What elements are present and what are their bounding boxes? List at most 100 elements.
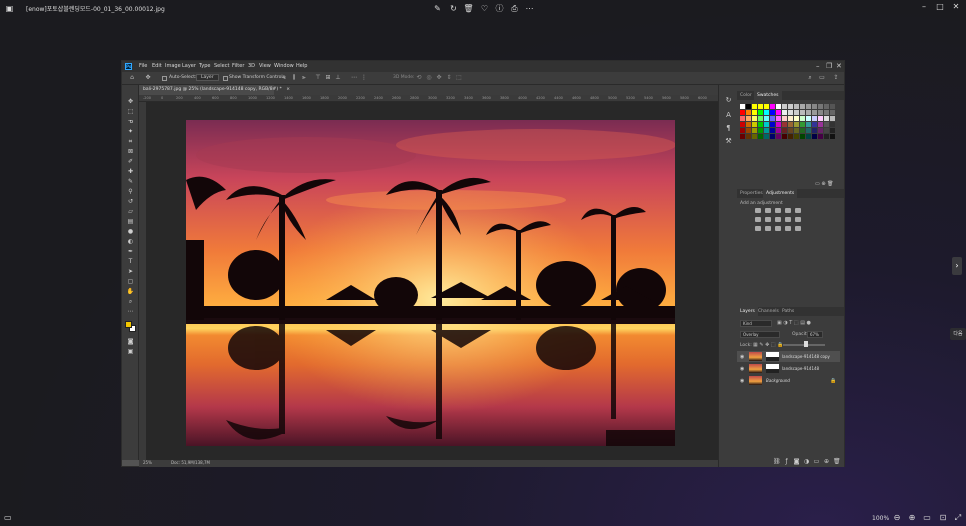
new-layer-icon[interactable]: ⊕ [823,458,830,465]
tab-color[interactable]: Color [737,91,755,100]
color-swatch[interactable] [764,128,769,133]
3d-pan-icon[interactable]: ✥ [435,74,443,82]
minimize-icon[interactable]: – [918,2,930,12]
color-swatch[interactable] [812,110,817,115]
color-swatch[interactable] [806,116,811,121]
color-swatch[interactable] [776,128,781,133]
menu-image[interactable]: Image [165,63,181,69]
zoom-in-icon[interactable]: ⊕ [906,513,918,523]
color-swatch[interactable] [788,116,793,121]
edit-icon[interactable]: ✎ [432,3,443,14]
color-swatch[interactable] [758,104,763,109]
color-swatch[interactable] [788,128,793,133]
color-swatch[interactable] [812,122,817,127]
color-swatch[interactable] [782,122,787,127]
minimize-ps-icon[interactable]: – [816,62,820,70]
align-top-icon[interactable]: ⊤ [314,74,322,82]
color-swatch[interactable] [812,134,817,139]
color-swatch[interactable] [794,110,799,115]
tab-channels[interactable]: Channels [755,307,782,316]
color-swatch[interactable] [758,134,763,139]
share-icon[interactable]: ⇪ [832,74,840,82]
workspace-icon[interactable]: ▭ [818,74,826,82]
color-swatch[interactable] [824,116,829,121]
close-icon[interactable]: ✕ [950,2,962,12]
opacity-input[interactable]: 67% [807,331,823,338]
tab-adjustments[interactable]: Adjustments [763,189,798,198]
search-icon[interactable]: ⌕ [806,74,814,82]
color-swatch[interactable] [806,110,811,115]
close-tab-icon[interactable]: × [286,87,290,92]
align-middle-icon[interactable]: ⊞ [324,74,332,82]
color-swatch[interactable] [758,122,763,127]
color-swatch[interactable] [788,122,793,127]
swatches-grid[interactable] [740,104,840,164]
foreground-color-swatch[interactable] [125,321,132,328]
curves-icon[interactable] [775,208,781,213]
magic-wand-icon[interactable]: ✦ [125,127,136,136]
color-swatch[interactable] [782,104,787,109]
invert-icon[interactable] [755,226,761,231]
color-swatch[interactable] [764,110,769,115]
layer-select[interactable]: Layer [196,74,219,81]
restore-ps-icon[interactable]: ❐ [826,62,832,70]
color-swatch[interactable] [746,134,751,139]
tab-swatches[interactable]: Swatches [754,91,782,100]
color-swatch[interactable] [746,104,751,109]
color-swatch[interactable] [782,134,787,139]
color-swatch[interactable] [740,110,745,115]
color-swatch[interactable] [752,134,757,139]
canvas-area[interactable] [146,102,718,460]
color-swatch[interactable] [794,134,799,139]
color-swatch[interactable] [818,122,823,127]
color-swatch[interactable] [752,110,757,115]
distribute-icon[interactable]: ⋯ [350,74,358,82]
type-icon[interactable]: T [125,257,136,266]
color-swatch[interactable] [770,128,775,133]
3d-scale-icon[interactable]: ⬚ [455,74,463,82]
distribute-2-icon[interactable]: ⋮ [360,74,368,82]
color-swatch[interactable] [770,116,775,121]
quick-mask-icon[interactable]: ◙ [125,337,136,346]
brightness-icon[interactable] [755,208,761,213]
3d-slide-icon[interactable]: ⇕ [445,74,453,82]
color-balance-icon[interactable] [765,217,771,222]
color-swatch[interactable] [776,110,781,115]
color-swatch[interactable] [794,116,799,121]
kind-filter[interactable]: Kind [740,320,772,327]
align-bottom-icon[interactable]: ⊥ [334,74,342,82]
color-swatch[interactable] [770,110,775,115]
menu-select[interactable]: Select [214,63,229,69]
gradient-icon[interactable]: ▤ [125,217,136,226]
transform-checkbox[interactable] [223,76,228,81]
bw-icon[interactable] [775,217,781,222]
status-zoom[interactable]: 25% [143,460,152,465]
slideshow-icon[interactable]: ▭ [4,513,14,523]
frame-icon[interactable]: ⊠ [125,147,136,156]
color-swatch[interactable] [752,104,757,109]
color-swatch[interactable] [770,122,775,127]
print-icon[interactable]: ⎙ [509,3,520,14]
color-swatch[interactable] [830,104,835,109]
opacity-slider-handle[interactable] [804,341,808,347]
color-swatch[interactable] [740,104,745,109]
color-swatch[interactable] [800,134,805,139]
color-swatch[interactable] [806,104,811,109]
color-swatch[interactable] [770,134,775,139]
channel-mixer-icon[interactable] [795,217,801,222]
color-swatch[interactable] [752,128,757,133]
exposure-icon[interactable] [785,208,791,213]
color-swatch[interactable] [794,128,799,133]
color-swatch[interactable] [770,104,775,109]
maximize-icon[interactable]: □ [934,2,946,12]
more-tools-icon[interactable]: ⋯ [125,307,136,316]
color-swatch[interactable] [752,116,757,121]
align-center-icon[interactable]: ⫼ [290,74,298,82]
color-swatch[interactable] [740,128,745,133]
new-adjustment-icon[interactable]: ◑ [803,458,810,465]
color-swatch[interactable] [776,134,781,139]
color-swatch[interactable] [782,128,787,133]
color-swatch[interactable] [800,122,805,127]
menu-3d[interactable]: 3D [248,63,255,69]
color-swatch[interactable] [746,110,751,115]
